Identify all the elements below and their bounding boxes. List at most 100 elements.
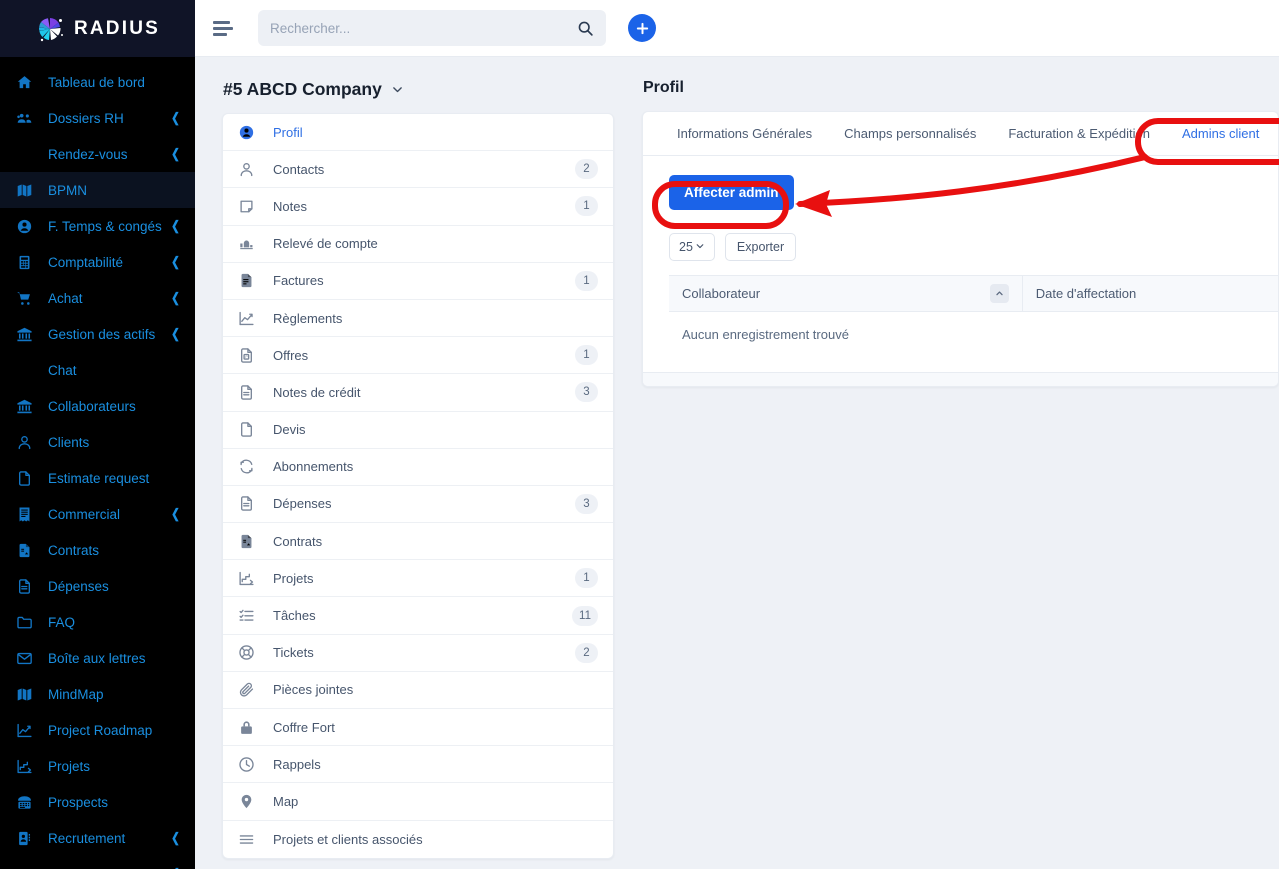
page-size-select[interactable]: 25 bbox=[669, 233, 715, 261]
company-menu-item-notes-de-cr-dit[interactable]: Notes de crédit 3 bbox=[223, 374, 613, 412]
chevron-down-icon[interactable] bbox=[391, 83, 404, 96]
sidebar-item-recrutement[interactable]: Recrutement ❮ bbox=[0, 820, 195, 856]
company-menu-item-label: Tâches bbox=[273, 608, 316, 624]
page-size-value: 25 bbox=[679, 240, 693, 254]
count-badge: 3 bbox=[575, 382, 598, 403]
sidebar-item-project-roadmap[interactable]: Project Roadmap bbox=[0, 712, 195, 748]
sidebar-item-label: Rendez-vous bbox=[48, 146, 128, 162]
sidebar-item-prospects[interactable]: Prospects bbox=[0, 784, 195, 820]
add-button[interactable] bbox=[628, 14, 656, 42]
sidebar-item-rendez-vous[interactable]: Rendez-vous ❮ bbox=[0, 136, 195, 172]
tab-informations-g-n-rales[interactable]: Informations Générales bbox=[661, 112, 828, 156]
search-box[interactable] bbox=[258, 10, 606, 46]
sidebar-item-label: Clients bbox=[48, 434, 90, 450]
company-menu-item-label: Projets bbox=[273, 570, 314, 586]
mail-icon bbox=[14, 648, 34, 668]
sidebar-item-bo-te-aux-lettres[interactable]: Boîte aux lettres bbox=[0, 640, 195, 676]
chevron-left-icon[interactable]: ❮ bbox=[171, 326, 180, 342]
company-menu-item-factures[interactable]: Factures 1 bbox=[223, 263, 613, 300]
company-menu-item-offres[interactable]: P Offres 1 bbox=[223, 337, 613, 375]
chevron-down-icon bbox=[695, 240, 705, 254]
company-menu-item-contacts[interactable]: Contacts 2 bbox=[223, 151, 613, 189]
tab-champs-personnalis-s[interactable]: Champs personnalisés bbox=[828, 112, 992, 156]
sidebar-item-contrats[interactable]: Contrats bbox=[0, 532, 195, 568]
sidebar-item-tableau-de-bord[interactable]: Tableau de bord bbox=[0, 64, 195, 100]
company-menu-item-d-penses[interactable]: Dépenses 3 bbox=[223, 486, 613, 524]
company-menu-item-label: Map bbox=[273, 793, 299, 809]
chevron-left-icon[interactable]: ❮ bbox=[171, 254, 180, 270]
company-menu-item-coffre-fort[interactable]: Coffre Fort bbox=[223, 709, 613, 747]
user-circle-icon bbox=[237, 123, 255, 141]
brand-name: RADIUS bbox=[73, 17, 161, 39]
cart-icon bbox=[14, 288, 34, 308]
sidebar-item-collaborateurs[interactable]: Collaborateurs bbox=[0, 388, 195, 424]
sidebar-item-faq[interactable]: FAQ bbox=[0, 604, 195, 640]
search-icon[interactable] bbox=[577, 20, 594, 37]
bar-chart-icon bbox=[237, 235, 255, 253]
file-icon bbox=[237, 421, 255, 439]
app-root: RADIUS Tableau de bord Dossiers RH ❮ Rendez… bbox=[0, 0, 1279, 869]
sidebar-item-label: Prospects bbox=[48, 794, 109, 810]
sidebar-item-r-union-zoom[interactable]: Réunion Zoom❮ bbox=[0, 856, 195, 869]
company-menu-item-r-glements[interactable]: Règlements bbox=[223, 300, 613, 338]
contract-icon bbox=[237, 532, 255, 550]
company-menu-item-notes[interactable]: Notes 1 bbox=[223, 188, 613, 226]
empty-state-row: Aucun enregistrement trouvé bbox=[669, 312, 1278, 342]
folder-icon bbox=[14, 612, 34, 632]
company-menu-item-map[interactable]: Map bbox=[223, 783, 613, 821]
chevron-up-icon[interactable] bbox=[989, 284, 1009, 303]
bank-icon bbox=[14, 324, 34, 344]
document-lines-icon bbox=[237, 383, 255, 401]
sidebar-item-label: Tableau de bord bbox=[48, 74, 145, 90]
sidebar-item-comptabilit[interactable]: Comptabilité ❮ bbox=[0, 244, 195, 280]
company-menu-item-contrats[interactable]: Contrats bbox=[223, 523, 613, 561]
chevron-left-icon[interactable]: ❮ bbox=[171, 146, 180, 162]
export-button[interactable]: Exporter bbox=[724, 233, 797, 261]
sidebar-item-clients[interactable]: Clients bbox=[0, 424, 195, 460]
chevron-left-icon[interactable]: ❮ bbox=[171, 506, 180, 522]
chevron-left-icon[interactable]: ❮ bbox=[171, 830, 180, 846]
sidebar-item-f-temps-cong-s[interactable]: F. Temps & congés ❮ bbox=[0, 208, 195, 244]
sidebar-item-commercial[interactable]: Commercial ❮ bbox=[0, 496, 195, 532]
sidebar-item-estimate-request[interactable]: Estimate request bbox=[0, 460, 195, 496]
stairs-chart-icon bbox=[14, 756, 34, 776]
sidebar-item-label: Dépenses bbox=[48, 578, 109, 594]
company-menu-item-profil[interactable]: Profil bbox=[223, 114, 613, 152]
chevron-left-icon[interactable]: ❮ bbox=[171, 290, 180, 306]
tab-facturation-exp-dition[interactable]: Facturation & Expédition bbox=[992, 112, 1166, 156]
hamburger-menu-icon[interactable] bbox=[211, 15, 237, 41]
company-menu-item-projets[interactable]: Projets 1 bbox=[223, 560, 613, 598]
column-header-date[interactable]: Date d'affectation bbox=[1022, 275, 1278, 312]
sidebar-item-achat[interactable]: Achat ❮ bbox=[0, 280, 195, 316]
company-menu-item-rappels[interactable]: Rappels bbox=[223, 746, 613, 784]
sidebar-item-dossiers-rh[interactable]: Dossiers RH ❮ bbox=[0, 100, 195, 136]
search-input[interactable] bbox=[270, 20, 577, 36]
company-menu-item-label: Projets et clients associés bbox=[273, 831, 423, 847]
assign-admin-button[interactable]: Affecter admin bbox=[669, 175, 794, 210]
lifebuoy-icon bbox=[237, 644, 255, 662]
company-menu-item-label: Abonnements bbox=[273, 459, 354, 475]
company-menu-item-relev-de-compte[interactable]: Relevé de compte bbox=[223, 226, 613, 263]
sidebar-item-gestion-des-actifs[interactable]: Gestion des actifs ❮ bbox=[0, 316, 195, 352]
none bbox=[14, 864, 34, 869]
sidebar-item-chat[interactable]: Chat bbox=[0, 352, 195, 388]
company-menu-item-tickets[interactable]: Tickets 2 bbox=[223, 635, 613, 672]
column-header-collaborateur[interactable]: Collaborateur bbox=[669, 275, 1023, 312]
sidebar-item-mindmap[interactable]: MindMap bbox=[0, 676, 195, 712]
brand-logo[interactable]: RADIUS bbox=[0, 0, 195, 57]
chevron-left-icon[interactable]: ❮ bbox=[171, 218, 180, 234]
sidebar-item-projets[interactable]: Projets bbox=[0, 748, 195, 784]
tab-admins-client[interactable]: Admins client bbox=[1166, 112, 1275, 156]
company-menu-item-label: Rappels bbox=[273, 756, 321, 772]
company-menu-item-projets-et-clients-associ-s[interactable]: Projets et clients associés bbox=[223, 821, 613, 858]
company-menu-item-pi-ces-jointes[interactable]: Pièces jointes bbox=[223, 672, 613, 709]
sidebar-item-bpmn[interactable]: BPMN bbox=[0, 172, 195, 208]
calculator-icon bbox=[14, 252, 34, 272]
company-menu-item-abonnements[interactable]: Abonnements bbox=[223, 449, 613, 486]
company-menu-item-t-ches[interactable]: Tâches 11 bbox=[223, 597, 613, 635]
sidebar-item-d-penses[interactable]: Dépenses bbox=[0, 568, 195, 604]
company-menu-item-label: Devis bbox=[273, 422, 306, 438]
count-badge: 1 bbox=[575, 270, 598, 291]
company-menu-item-devis[interactable]: Devis bbox=[223, 412, 613, 449]
chevron-left-icon[interactable]: ❮ bbox=[171, 110, 180, 126]
